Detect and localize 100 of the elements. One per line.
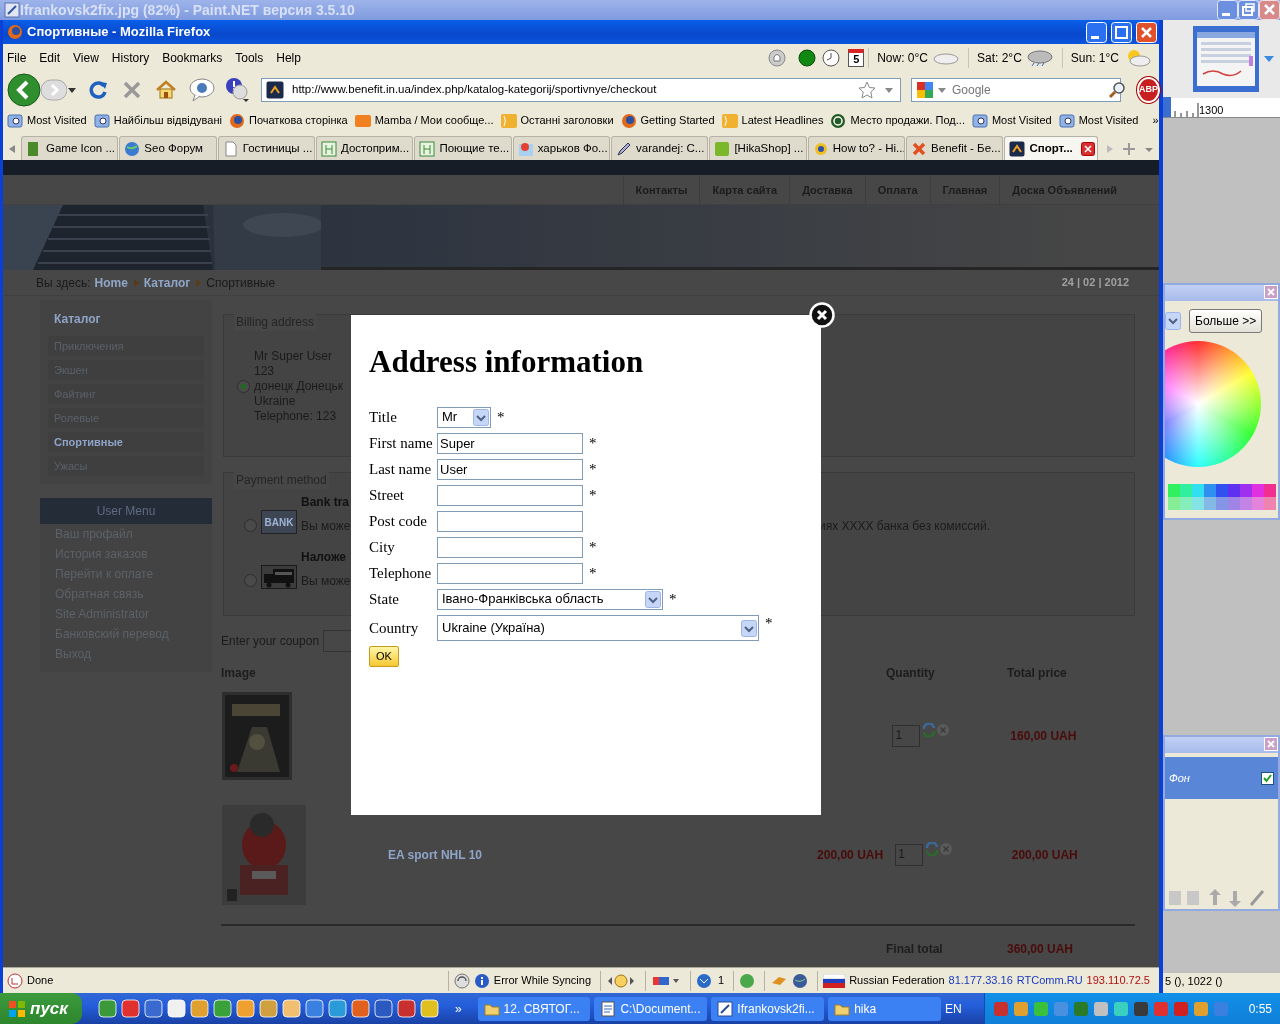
app-icon[interactable]: [143, 999, 163, 1018]
star-icon[interactable]: [858, 81, 876, 99]
bookmark[interactable]: Останні заголовки: [500, 112, 614, 129]
browser-tab[interactable]: Benefit - Бе...: [906, 136, 1004, 160]
remove-icon[interactable]: [939, 842, 954, 856]
menu-item[interactable]: View: [73, 49, 99, 67]
checkbox[interactable]: [1261, 771, 1274, 785]
text-field[interactable]: [437, 510, 583, 532]
bookmark[interactable]: Mamba / Мои сообще...: [354, 112, 494, 129]
reload-button[interactable]: [87, 79, 109, 101]
app-icon[interactable]: [189, 999, 209, 1018]
radio-button[interactable]: [237, 380, 250, 393]
caret-icon[interactable]: [67, 85, 77, 95]
select-field[interactable]: Ukraine (Україна): [437, 615, 759, 642]
bookmark[interactable]: Most Visited: [1058, 112, 1139, 129]
menu-item[interactable]: File: [7, 49, 27, 67]
remove-icon[interactable]: [936, 723, 951, 737]
browser-tab[interactable]: Гостиницы ...: [217, 136, 316, 160]
tray-icon[interactable]: [1012, 1000, 1029, 1017]
bookmark[interactable]: Most Visited: [7, 112, 87, 129]
music-icon[interactable]: [606, 972, 637, 989]
stop-button[interactable]: [121, 79, 143, 101]
browser-tab[interactable]: How to? - Hi...: [807, 136, 906, 160]
refresh-icon[interactable]: [925, 842, 940, 856]
tray-icon[interactable]: [1092, 1000, 1109, 1017]
ok-button[interactable]: OK: [369, 646, 399, 667]
more-bookmarks-button[interactable]: »: [1152, 112, 1159, 129]
maximize-button[interactable]: [1111, 21, 1132, 43]
menu-item[interactable]: Edit: [39, 49, 61, 67]
browser-tab[interactable]: Достоприм...: [316, 136, 414, 160]
browser-tab[interactable]: [HikaShop] ...: [709, 136, 807, 160]
bookmark[interactable]: Место продажи. Под...: [830, 112, 965, 129]
bookmark[interactable]: Getting Started: [620, 112, 715, 129]
breadcrumb-link[interactable]: Каталог: [143, 273, 191, 292]
menu-item[interactable]: History: [111, 49, 150, 67]
text-field[interactable]: [437, 484, 583, 506]
more-button[interactable]: »: [454, 999, 462, 1018]
product-name[interactable]: EA sport NHL 10: [306, 846, 660, 864]
text-field[interactable]: [437, 562, 583, 584]
app-icon[interactable]: [304, 999, 324, 1018]
app-icon[interactable]: [396, 999, 416, 1018]
app-icon[interactable]: [281, 999, 301, 1018]
category-item[interactable]: Спортивные: [48, 432, 204, 452]
menu-item[interactable]: Tools: [235, 49, 264, 67]
browser-tab[interactable]: Game Icon ...: [21, 136, 119, 160]
coin-icon[interactable]: [739, 972, 756, 989]
restore-button[interactable]: [1238, 0, 1259, 20]
chat-icon[interactable]: [189, 78, 215, 102]
text-field[interactable]: Super: [437, 432, 583, 454]
app-icon[interactable]: [97, 999, 117, 1018]
select-field[interactable]: Mr: [437, 406, 491, 428]
home-button[interactable]: [155, 79, 177, 101]
browser-tab[interactable]: Поющие те...: [414, 136, 512, 160]
bookmark[interactable]: Latest Headlines: [721, 112, 824, 129]
taskbar-button[interactable]: 12. СВЯТОГ...: [477, 996, 591, 1021]
back-button[interactable]: [7, 73, 41, 107]
chevron-down-icon[interactable]: [1165, 312, 1181, 330]
layer-row[interactable]: Фон: [1165, 757, 1278, 799]
app-icon[interactable]: [373, 999, 393, 1018]
text-field[interactable]: [437, 536, 583, 558]
minimize-button[interactable]: [1217, 0, 1238, 20]
bookmark[interactable]: Most Visited: [971, 112, 1052, 129]
app-icon[interactable]: [327, 999, 347, 1018]
clock-icon[interactable]: [822, 49, 841, 67]
menu-item[interactable]: Bookmarks: [162, 49, 223, 67]
tray-icon[interactable]: [1192, 1000, 1209, 1017]
select-field[interactable]: Івано-Франківська область: [437, 588, 663, 610]
app-icon[interactable]: [235, 999, 255, 1018]
app-icon[interactable]: [350, 999, 370, 1018]
browser-tab[interactable]: Спорт...: [1004, 136, 1098, 160]
taskbar-button[interactable]: C:\Document...: [594, 996, 708, 1021]
start-button[interactable]: пуск: [0, 993, 82, 1024]
tray-icon[interactable]: [1172, 1000, 1189, 1017]
browser-tab[interactable]: харьков Фо...: [512, 136, 611, 160]
browser-tab[interactable]: varandej: C...: [611, 136, 709, 160]
close-icon[interactable]: [1080, 141, 1095, 156]
tray-icon[interactable]: [1112, 1000, 1129, 1017]
menu-item[interactable]: Help: [276, 49, 301, 67]
app-icon[interactable]: [166, 999, 186, 1018]
bell-icon[interactable]: [768, 49, 787, 67]
app-icon[interactable]: [212, 999, 232, 1018]
refresh-icon[interactable]: [922, 723, 937, 737]
app-icon[interactable]: [419, 999, 439, 1018]
bookmark[interactable]: Початкова сторінка: [228, 112, 348, 129]
status-dot-icon[interactable]: [798, 49, 817, 67]
alert-icon[interactable]: [225, 77, 251, 103]
text-field[interactable]: User: [437, 458, 583, 480]
taskbar-button[interactable]: hika: [828, 996, 941, 1021]
globe-icon[interactable]: [792, 972, 809, 989]
app-icon[interactable]: [120, 999, 140, 1018]
taskbar-button[interactable]: Ifrankovsk2fi...: [711, 996, 825, 1021]
radio-button[interactable]: [244, 519, 257, 532]
app-icon[interactable]: [258, 999, 278, 1018]
browser-tab[interactable]: Seo Форум: [119, 136, 217, 160]
dropdown-icon[interactable]: [1263, 54, 1275, 64]
bookmark[interactable]: Найбільш відвідувані: [93, 112, 222, 129]
more-button[interactable]: Больше >>: [1189, 309, 1263, 333]
language-indicator[interactable]: EN: [945, 999, 962, 1018]
tray-icon[interactable]: [1132, 1000, 1149, 1017]
calendar-icon[interactable]: 5: [848, 49, 865, 67]
